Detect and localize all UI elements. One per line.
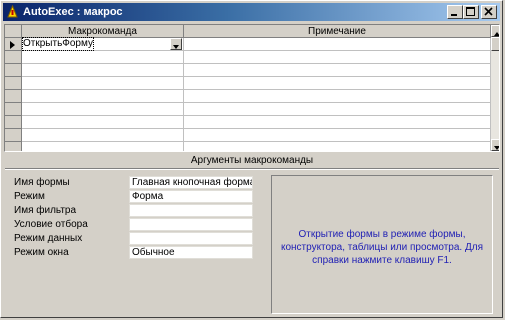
action-cell[interactable] — [22, 116, 184, 129]
action-cell[interactable] — [22, 129, 184, 142]
column-header-action[interactable]: Макрокоманда — [22, 25, 184, 38]
window-title: AutoExec : макрос — [23, 6, 123, 18]
note-cell[interactable] — [184, 116, 491, 129]
argument-value-field[interactable] — [129, 232, 253, 245]
action-cell[interactable] — [22, 90, 184, 103]
close-icon — [484, 7, 493, 16]
note-cell[interactable] — [184, 129, 491, 142]
argument-label: Условие отбора — [14, 219, 88, 230]
row-selector[interactable] — [5, 64, 22, 77]
row-selector[interactable] — [5, 51, 22, 64]
arguments-caption: Аргументы макрокоманды — [190, 155, 314, 166]
row-selector[interactable] — [5, 129, 22, 142]
argument-label: Имя формы — [14, 177, 70, 188]
note-cell[interactable] — [184, 64, 491, 77]
row-selector[interactable] — [5, 77, 22, 90]
row-selector[interactable] — [5, 38, 22, 51]
scroll-up-button[interactable] — [491, 25, 499, 37]
argument-label: Режим — [14, 191, 45, 202]
maximize-button[interactable] — [463, 5, 479, 19]
macro-icon — [6, 4, 19, 18]
scroll-thumb[interactable] — [491, 37, 499, 51]
macro-window: AutoExec : макрос Макрокоманда Примечани… — [0, 0, 503, 318]
argument-value-field[interactable]: Обычное — [129, 246, 253, 259]
action-cell[interactable] — [22, 77, 184, 90]
arrow-down-icon — [494, 146, 499, 150]
row-selector[interactable] — [5, 103, 22, 116]
argument-label: Режим данных — [14, 233, 83, 244]
hint-text: Открытие формы в режиме формы, конструкт… — [280, 229, 484, 266]
column-header-note[interactable]: Примечание — [184, 25, 491, 38]
current-row-icon — [10, 41, 15, 49]
action-cell[interactable] — [22, 142, 184, 151]
argument-value-field[interactable]: Главная кнопочная форма — [129, 176, 253, 189]
action-cell[interactable] — [22, 64, 184, 77]
maximize-icon — [466, 7, 475, 16]
note-cell[interactable] — [184, 103, 491, 116]
row-selector[interactable] — [5, 116, 22, 129]
grid-corner[interactable] — [5, 25, 22, 38]
argument-label: Имя фильтра — [14, 205, 77, 216]
note-cell[interactable] — [184, 142, 491, 151]
action-cell[interactable] — [22, 51, 184, 64]
title-bar[interactable]: AutoExec : макрос — [3, 3, 500, 21]
row-selector[interactable] — [5, 90, 22, 103]
action-combo-value[interactable]: ОткрытьФорму — [22, 37, 94, 51]
argument-value-field[interactable] — [129, 204, 253, 217]
hint-panel: Открытие формы в режиме формы, конструкт… — [271, 175, 493, 314]
note-cell[interactable] — [184, 90, 491, 103]
row-selector[interactable] — [5, 142, 22, 151]
close-button[interactable] — [481, 5, 497, 19]
scroll-down-button[interactable] — [491, 139, 499, 151]
action-cell[interactable]: ОткрытьФорму — [22, 37, 184, 51]
vertical-scrollbar[interactable] — [491, 25, 499, 151]
arguments-divider — [5, 168, 499, 170]
macro-grid: Макрокоманда Примечание ОткрытьФорму — [4, 24, 500, 152]
minimize-button[interactable] — [447, 5, 463, 19]
note-cell[interactable] — [184, 51, 491, 64]
argument-value-field[interactable]: Форма — [129, 190, 253, 203]
note-cell[interactable] — [184, 77, 491, 90]
argument-label: Режим окна — [14, 247, 69, 258]
minimize-icon — [451, 14, 457, 16]
note-cell[interactable] — [184, 38, 491, 51]
action-cell[interactable] — [22, 103, 184, 116]
action-dropdown-button[interactable] — [170, 38, 182, 50]
argument-value-field[interactable] — [129, 218, 253, 231]
